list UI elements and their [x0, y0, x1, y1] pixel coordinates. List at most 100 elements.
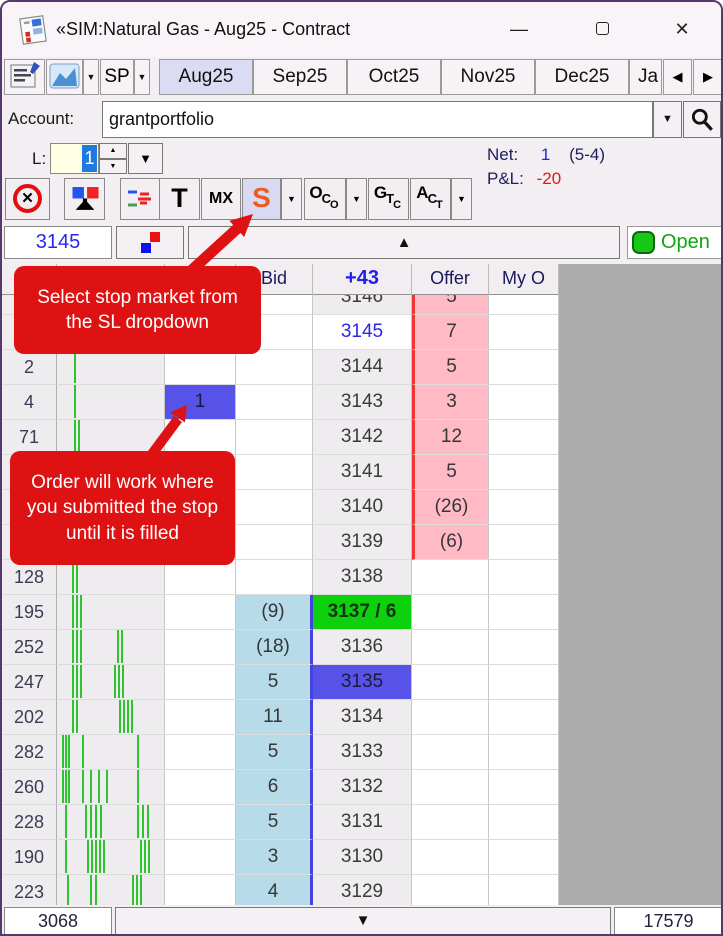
offer-cell[interactable]: 7 — [412, 315, 489, 350]
my-buy-order-cell[interactable] — [165, 840, 236, 875]
account-search-button[interactable] — [683, 101, 721, 138]
qty-input[interactable]: 1 — [50, 143, 99, 174]
bid-cell[interactable]: (18) — [236, 630, 313, 665]
qty-increment-button[interactable]: ▲ — [99, 143, 127, 159]
offer-cell[interactable]: 5 — [412, 455, 489, 490]
qty-dropdown[interactable]: ▼ — [128, 143, 163, 174]
bid-cell[interactable] — [236, 525, 313, 560]
price-cell[interactable]: 3135 — [313, 665, 412, 700]
tab-nov25[interactable]: Nov25 — [441, 59, 535, 95]
my-offer-order-cell[interactable] — [489, 665, 559, 700]
my-offer-order-cell[interactable] — [489, 735, 559, 770]
mx-button[interactable]: MX — [201, 178, 241, 220]
price-cell[interactable]: 3138 — [313, 560, 412, 595]
price-cell[interactable]: 3144 — [313, 350, 412, 385]
offer-cell[interactable] — [412, 875, 489, 905]
price-cell[interactable]: 3130 — [313, 840, 412, 875]
my-offer-order-cell[interactable] — [489, 560, 559, 595]
my-offer-order-cell[interactable] — [489, 315, 559, 350]
bid-cell[interactable]: 3 — [236, 840, 313, 875]
price-cell[interactable]: 3137 / 6 — [313, 595, 412, 630]
oco-button[interactable]: OCO — [304, 178, 346, 220]
stop-type-button[interactable]: S — [242, 178, 281, 220]
price-cell[interactable]: 3140 — [313, 490, 412, 525]
offer-cell[interactable]: 5 — [412, 350, 489, 385]
sp-button[interactable]: SP — [100, 59, 134, 95]
my-offer-order-cell[interactable] — [489, 595, 559, 630]
scroll-down-button[interactable]: ▼ — [115, 907, 611, 935]
offer-cell[interactable] — [412, 560, 489, 595]
my-offer-order-cell[interactable] — [489, 630, 559, 665]
my-buy-order-cell[interactable] — [165, 665, 236, 700]
my-offer-order-cell[interactable] — [489, 700, 559, 735]
my-buy-order-cell[interactable]: 1 — [165, 385, 236, 420]
my-buy-order-cell[interactable] — [165, 735, 236, 770]
price-cell[interactable]: 3134 — [313, 700, 412, 735]
my-buy-order-cell[interactable] — [165, 700, 236, 735]
bid-cell[interactable] — [236, 385, 313, 420]
my-buy-order-cell[interactable] — [165, 420, 236, 455]
offer-cell[interactable] — [412, 700, 489, 735]
bid-cell[interactable] — [236, 350, 313, 385]
gtc-button[interactable]: GTC — [368, 178, 409, 220]
my-offer-order-cell[interactable] — [489, 875, 559, 905]
my-buy-order-cell[interactable] — [165, 875, 236, 905]
my-buy-order-cell[interactable] — [165, 805, 236, 840]
my-offer-order-cell[interactable] — [489, 770, 559, 805]
tabs-scroll-right-button[interactable]: ▶ — [693, 59, 723, 95]
price-cell[interactable]: 3143 — [313, 385, 412, 420]
tab-sep25[interactable]: Sep25 — [253, 59, 347, 95]
bid-cell[interactable]: (9) — [236, 595, 313, 630]
my-offer-order-cell[interactable] — [489, 805, 559, 840]
trailing-button[interactable]: T — [159, 178, 200, 220]
price-cell[interactable]: 3133 — [313, 735, 412, 770]
offer-cell[interactable]: (26) — [412, 490, 489, 525]
price-cell[interactable]: 3145 — [313, 315, 412, 350]
my-buy-order-cell[interactable] — [165, 560, 236, 595]
sp-dropdown[interactable]: ▼ — [134, 59, 150, 95]
bid-cell[interactable]: 5 — [236, 805, 313, 840]
properties-button[interactable] — [4, 59, 45, 95]
price-cell[interactable]: 3141 — [313, 455, 412, 490]
offer-cell[interactable] — [412, 595, 489, 630]
my-offer-order-cell[interactable] — [489, 385, 559, 420]
price-cell[interactable]: 3139 — [313, 525, 412, 560]
price-cell[interactable]: 3129 — [313, 875, 412, 905]
chart-button[interactable] — [46, 59, 83, 95]
tabs-scroll-left-button[interactable]: ◀ — [663, 59, 692, 95]
my-offer-order-cell[interactable] — [489, 490, 559, 525]
bid-cell[interactable]: 6 — [236, 770, 313, 805]
account-dropdown[interactable]: ▼ — [653, 101, 682, 138]
stop-type-dropdown[interactable]: ▼ — [281, 178, 302, 220]
bid-cell[interactable] — [236, 490, 313, 525]
offer-cell[interactable] — [412, 840, 489, 875]
offer-cell[interactable] — [412, 805, 489, 840]
offer-cell[interactable]: 12 — [412, 420, 489, 455]
my-buy-order-cell[interactable] — [165, 350, 236, 385]
offer-cell[interactable]: (6) — [412, 525, 489, 560]
bid-cell[interactable] — [236, 560, 313, 595]
my-offer-order-cell[interactable] — [489, 525, 559, 560]
bid-cell[interactable]: 5 — [236, 735, 313, 770]
price-cell[interactable]: 3146 — [313, 295, 412, 315]
minimize-button[interactable]: — — [502, 14, 536, 44]
tab-aug25[interactable]: Aug25 — [159, 59, 253, 95]
offer-cell[interactable] — [412, 735, 489, 770]
tab-ja[interactable]: Ja — [629, 59, 662, 95]
chart-dropdown[interactable]: ▼ — [83, 59, 99, 95]
offer-cell[interactable] — [412, 770, 489, 805]
oco-dropdown[interactable]: ▼ — [346, 178, 367, 220]
bid-cell[interactable]: 4 — [236, 875, 313, 905]
tab-oct25[interactable]: Oct25 — [347, 59, 441, 95]
maximize-button[interactable] — [585, 14, 619, 44]
recentre-button[interactable] — [116, 226, 184, 259]
price-cell[interactable]: 3136 — [313, 630, 412, 665]
tab-dec25[interactable]: Dec25 — [535, 59, 629, 95]
my-offer-order-cell[interactable] — [489, 455, 559, 490]
act-button[interactable]: ACT — [410, 178, 451, 220]
price-entry-box[interactable]: 3145 — [4, 226, 112, 259]
bid-cell[interactable] — [236, 420, 313, 455]
account-input[interactable] — [102, 101, 653, 138]
my-offer-order-cell[interactable] — [489, 295, 559, 315]
price-cell[interactable]: 3131 — [313, 805, 412, 840]
